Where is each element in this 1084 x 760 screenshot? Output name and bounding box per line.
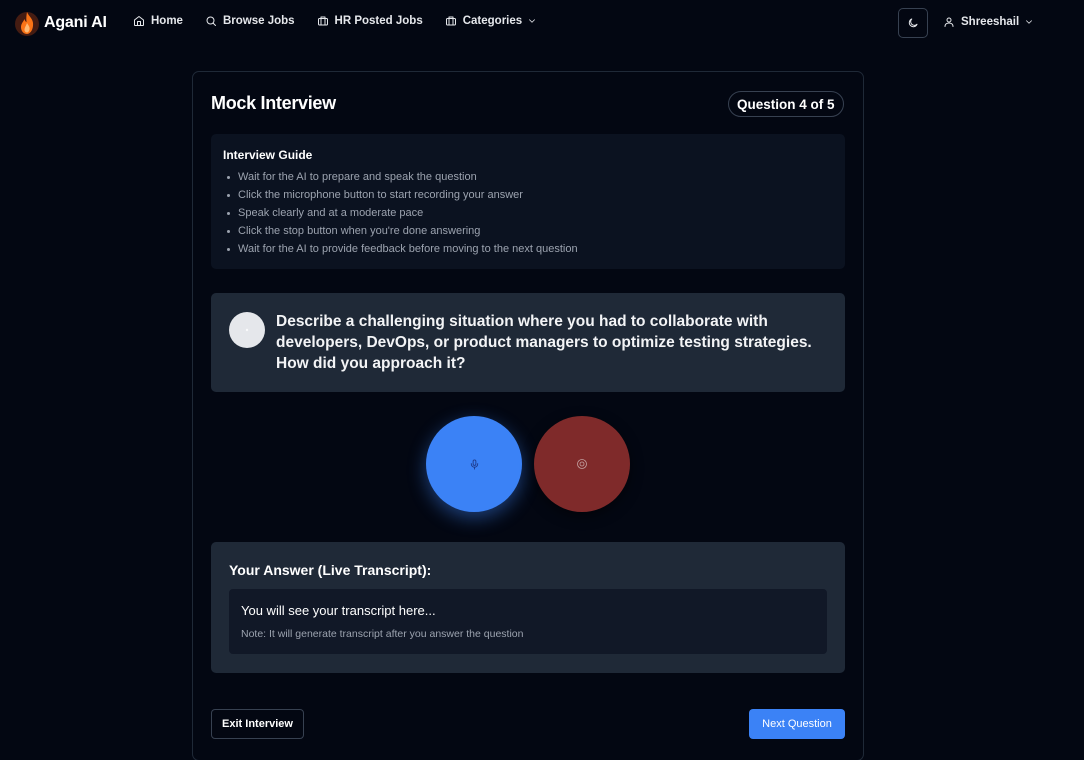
user-icon [944, 17, 954, 27]
record-button[interactable] [426, 416, 522, 512]
chevron-down-icon [1026, 20, 1033, 24]
brand-link[interactable]: Agani AI [14, 8, 107, 38]
top-navbar: Agani AI Home Browse Jobs HR Posted Jobs… [0, 0, 1084, 46]
user-name: Shreeshail [961, 16, 1020, 28]
theme-toggle-button[interactable] [898, 8, 928, 38]
microphone-icon [470, 458, 478, 470]
guide-item: Wait for the AI to prepare and speak the… [223, 168, 833, 186]
answer-panel: Your Answer (Live Transcript): You will … [211, 542, 845, 673]
speaker-icon [245, 328, 249, 332]
nav-hr-posted-jobs-label: HR Posted Jobs [334, 15, 423, 27]
next-question-button[interactable]: Next Question [749, 709, 845, 739]
chevron-down-icon [529, 19, 536, 23]
briefcase-icon [445, 16, 456, 26]
home-icon [134, 16, 144, 26]
interview-guide-list: Wait for the AI to prepare and speak the… [223, 168, 833, 258]
nav-browse-jobs[interactable]: Browse Jobs [205, 15, 295, 27]
guide-item: Wait for the AI to provide feedback befo… [223, 240, 833, 258]
interview-guide-title: Interview Guide [223, 148, 313, 162]
moon-icon [908, 18, 918, 28]
nav-home[interactable]: Home [133, 15, 183, 27]
nav-home-label: Home [151, 15, 183, 27]
guide-item: Click the microphone button to start rec… [223, 186, 833, 204]
interview-guide: Interview Guide Wait for the AI to prepa… [211, 134, 845, 269]
question-panel: Describe a challenging situation where y… [211, 293, 845, 392]
nav-categories[interactable]: Categories [445, 15, 537, 27]
user-menu[interactable]: Shreeshail [943, 16, 1034, 28]
search-icon [206, 16, 216, 26]
live-transcript: You will see your transcript here... Not… [229, 589, 827, 654]
page-title: Mock Interview [211, 93, 336, 113]
ai-avatar [229, 312, 265, 348]
stop-record-icon [577, 459, 587, 469]
nav-browse-jobs-label: Browse Jobs [222, 15, 295, 27]
guide-item: Speak clearly and at a moderate pace [223, 204, 833, 222]
stop-button[interactable] [534, 416, 630, 512]
brand-name: Agani AI [44, 14, 107, 31]
transcript-note: Note: It will generate transcript after … [241, 628, 524, 640]
answer-title: Your Answer (Live Transcript): [229, 562, 432, 578]
question-progress-badge: Question 4 of 5 [728, 91, 844, 117]
nav-categories-label: Categories [462, 15, 523, 27]
nav-hr-posted-jobs[interactable]: HR Posted Jobs [317, 15, 423, 27]
flame-logo-icon [15, 12, 39, 36]
briefcase-icon [317, 16, 328, 26]
nav-links: Home Browse Jobs HR Posted Jobs Categori… [133, 15, 559, 27]
mock-interview-card: Mock Interview Question 4 of 5 Interview… [192, 71, 864, 760]
exit-interview-button[interactable]: Exit Interview [211, 709, 304, 739]
guide-item: Click the stop button when you're done a… [223, 222, 833, 240]
transcript-placeholder: You will see your transcript here... [241, 603, 436, 618]
question-text: Describe a challenging situation where y… [276, 313, 812, 372]
